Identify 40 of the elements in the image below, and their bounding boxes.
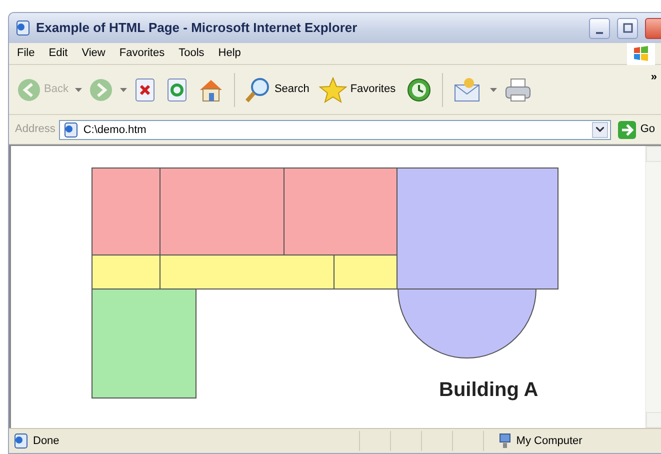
caret-icon[interactable] [120, 88, 128, 92]
caret-icon[interactable] [490, 88, 497, 92]
dropdown-button[interactable] [592, 122, 608, 138]
minimize-icon [596, 32, 603, 34]
address-label: Address [15, 122, 56, 138]
scrollbar[interactable] [645, 146, 661, 428]
status-zone: My Computer [498, 432, 648, 450]
minimize-button[interactable] [589, 18, 610, 38]
window-title: Example of HTML Page - Microsoft Internet Explorer [36, 19, 358, 38]
menu-item[interactable]: Tools [178, 45, 204, 62]
address-field[interactable]: C:\demo.htm [59, 120, 612, 140]
computer-icon [498, 433, 512, 449]
building-label: Building A [439, 380, 538, 400]
stop-icon [134, 78, 156, 102]
favorites-button[interactable]: Favorites [316, 74, 399, 104]
caret-icon[interactable] [75, 88, 82, 92]
menu-item[interactable]: File [17, 45, 35, 62]
star-icon [319, 76, 348, 102]
maximize-button[interactable] [617, 18, 638, 38]
caret-icon [596, 127, 604, 132]
menu-item[interactable]: Edit [48, 45, 68, 62]
page-icon [15, 20, 31, 36]
status-text: Done [33, 434, 60, 449]
flag-logo-icon [632, 44, 650, 62]
close-button[interactable] [645, 18, 661, 38]
menu-item[interactable]: Help [218, 45, 241, 62]
toolbar-overflow[interactable]: » [650, 69, 657, 86]
printer-icon [504, 76, 532, 102]
search-icon [245, 76, 272, 102]
go-button[interactable]: Go [615, 120, 657, 140]
page-icon [13, 433, 29, 449]
menu-item[interactable]: Favorites [119, 45, 165, 62]
page-icon [63, 122, 80, 138]
home-icon [198, 78, 224, 102]
clock-icon [406, 76, 432, 102]
maximize-icon [622, 23, 632, 33]
refresh-icon [166, 78, 188, 102]
menu-item[interactable]: View [82, 45, 106, 62]
address-input[interactable]: C:\demo.htm [83, 120, 588, 138]
search-button[interactable]: Search [242, 74, 312, 104]
